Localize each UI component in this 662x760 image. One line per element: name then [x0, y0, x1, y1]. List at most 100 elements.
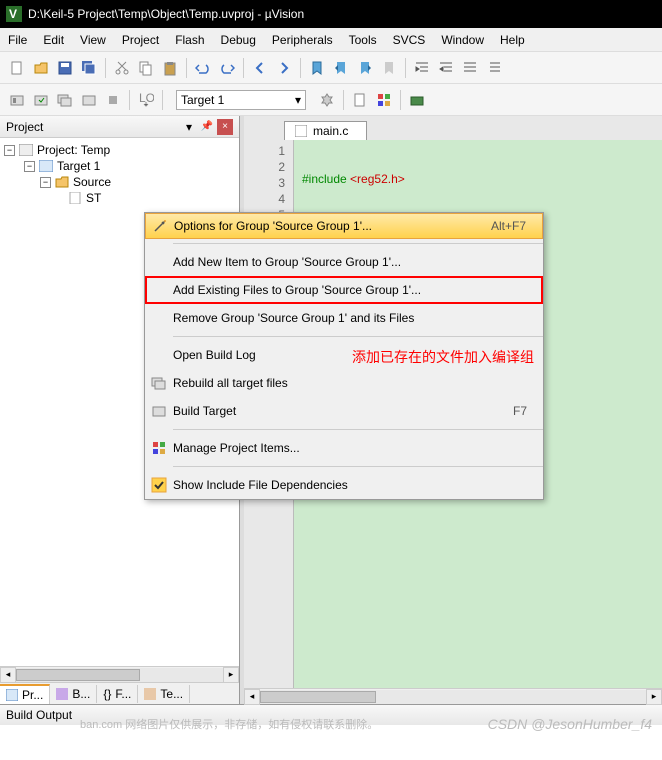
new-file-icon[interactable] — [6, 57, 28, 79]
bookmark-icon[interactable] — [306, 57, 328, 79]
build-icon[interactable] — [30, 89, 52, 111]
manage-icon — [145, 434, 173, 462]
cut-icon[interactable] — [111, 57, 133, 79]
scroll-right-icon[interactable]: ▸ — [646, 689, 662, 705]
menu-flash[interactable]: Flash — [175, 33, 204, 47]
rebuild-icon[interactable] — [54, 89, 76, 111]
menu-file[interactable]: File — [8, 33, 27, 47]
manage-icon[interactable] — [373, 89, 395, 111]
tab-functions[interactable]: {}F... — [97, 685, 138, 703]
stop-build-icon[interactable] — [102, 89, 124, 111]
batch-build-icon[interactable] — [78, 89, 100, 111]
tree-root[interactable]: − Project: Temp — [4, 142, 235, 158]
check-icon — [145, 471, 173, 499]
wand-icon — [146, 212, 174, 240]
file-icon — [68, 192, 82, 204]
pin-icon[interactable]: 📌 — [199, 119, 215, 135]
open-file-icon[interactable] — [30, 57, 52, 79]
menu-tools[interactable]: Tools — [349, 33, 377, 47]
tree-file[interactable]: ST — [4, 190, 235, 206]
paste-icon[interactable] — [159, 57, 181, 79]
tree-target-label: Target 1 — [57, 159, 100, 173]
annotation-text: 添加已存在的文件加入编译组 — [352, 347, 534, 367]
tab-project[interactable]: Pr... — [0, 684, 50, 704]
close-icon[interactable]: × — [217, 119, 233, 135]
file-tab-main[interactable]: main.c — [284, 121, 367, 140]
redo-icon[interactable] — [216, 57, 238, 79]
uncomment-icon[interactable] — [483, 57, 505, 79]
books-tab-icon — [56, 688, 68, 700]
menubar: File Edit View Project Flash Debug Perip… — [0, 28, 662, 52]
project-icon — [19, 144, 33, 156]
options-icon[interactable] — [316, 89, 338, 111]
tree-root-label: Project: Temp — [37, 143, 110, 157]
save-icon[interactable] — [54, 57, 76, 79]
menu-add-new[interactable]: Add New Item to Group 'Source Group 1'..… — [145, 248, 543, 276]
app-icon: V — [6, 6, 22, 22]
menu-help[interactable]: Help — [500, 33, 525, 47]
menu-debug[interactable]: Debug — [221, 33, 256, 47]
scroll-left-icon[interactable]: ◂ — [244, 689, 260, 705]
comment-icon[interactable] — [459, 57, 481, 79]
scroll-right-icon[interactable]: ▸ — [223, 667, 239, 683]
forward-icon[interactable] — [273, 57, 295, 79]
bookmark-prev-icon[interactable] — [330, 57, 352, 79]
svg-text:V: V — [9, 7, 17, 21]
tree-file-label: ST — [86, 191, 101, 205]
collapse-icon[interactable]: − — [40, 177, 51, 188]
menu-manage-items[interactable]: Manage Project Items... — [145, 434, 543, 462]
tree-group-label: Source — [73, 175, 111, 189]
project-tab-icon — [6, 689, 18, 701]
panel-menu-icon[interactable]: ▾ — [181, 119, 197, 135]
bookmark-next-icon[interactable] — [354, 57, 376, 79]
bookmark-clear-icon[interactable] — [378, 57, 400, 79]
scroll-left-icon[interactable]: ◂ — [0, 667, 16, 683]
tree-target[interactable]: − Target 1 — [4, 158, 235, 174]
copy-icon[interactable] — [135, 57, 157, 79]
undo-icon[interactable] — [192, 57, 214, 79]
target-selector[interactable]: Target 1 ▾ — [176, 90, 306, 110]
indent-icon[interactable] — [411, 57, 433, 79]
menu-remove-group[interactable]: Remove Group 'Source Group 1' and its Fi… — [145, 304, 543, 332]
rebuild-icon — [145, 369, 173, 397]
menu-window[interactable]: Window — [441, 33, 484, 47]
functions-tab-icon: {} — [103, 687, 111, 701]
build-icon — [145, 397, 173, 425]
translate-icon[interactable] — [6, 89, 28, 111]
menu-project[interactable]: Project — [122, 33, 159, 47]
panel-tabs: Pr... B... {}F... Te... — [0, 682, 239, 704]
toolbar-build: LOAD Target 1 ▾ — [0, 84, 662, 116]
download-icon[interactable]: LOAD — [135, 89, 157, 111]
menu-add-existing[interactable]: Add Existing Files to Group 'Source Grou… — [145, 276, 543, 304]
tab-templates[interactable]: Te... — [138, 685, 190, 703]
pack-installer-icon[interactable] — [406, 89, 428, 111]
collapse-icon[interactable]: − — [24, 161, 35, 172]
menu-svcs[interactable]: SVCS — [393, 33, 426, 47]
menu-peripherals[interactable]: Peripherals — [272, 33, 333, 47]
project-panel-header: Project ▾ 📌 × — [0, 116, 239, 138]
panel-title: Project — [6, 120, 43, 134]
file-tabs: main.c — [244, 116, 662, 140]
templates-tab-icon — [144, 688, 156, 700]
project-scrollbar[interactable]: ◂ ▸ — [0, 666, 239, 682]
menu-options-group[interactable]: Options for Group 'Source Group 1'... Al… — [145, 213, 543, 239]
build-output-title: Build Output — [6, 708, 72, 722]
file-ext-icon[interactable] — [349, 89, 371, 111]
tab-books[interactable]: B... — [50, 685, 97, 703]
collapse-icon[interactable]: − — [4, 145, 15, 156]
menu-show-include[interactable]: Show Include File Dependencies — [145, 471, 543, 499]
watermark: ban.com 网络图片仅供展示，非存储，如有侵权请联系删除。 — [80, 716, 378, 732]
menu-edit[interactable]: Edit — [43, 33, 64, 47]
menu-rebuild-all[interactable]: Rebuild all target files — [145, 369, 543, 397]
menu-view[interactable]: View — [80, 33, 106, 47]
file-icon — [295, 125, 307, 137]
back-icon[interactable] — [249, 57, 271, 79]
titlebar: V D:\Keil-5 Project\Temp\Object\Temp.uvp… — [0, 0, 662, 28]
window-title: D:\Keil-5 Project\Temp\Object\Temp.uvpro… — [28, 7, 304, 21]
tree-group[interactable]: − Source — [4, 174, 235, 190]
editor-scrollbar[interactable]: ◂ ▸ — [244, 688, 662, 704]
target-label: Target 1 — [181, 93, 224, 107]
menu-build-target[interactable]: Build Target F7 — [145, 397, 543, 425]
outdent-icon[interactable] — [435, 57, 457, 79]
save-all-icon[interactable] — [78, 57, 100, 79]
